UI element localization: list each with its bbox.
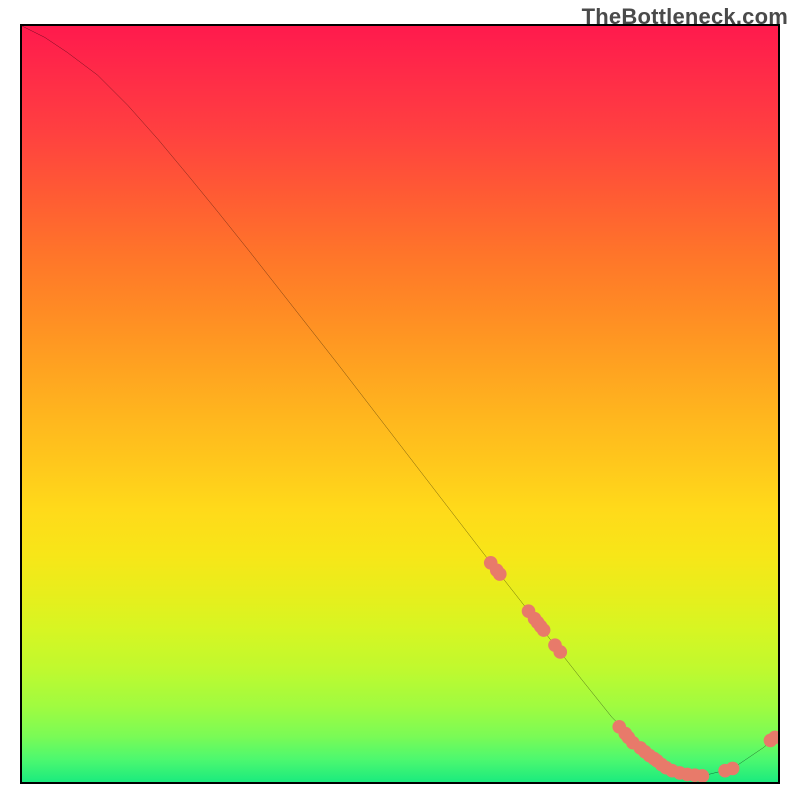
data-point: [553, 645, 567, 659]
bottleneck-curve: [22, 26, 778, 776]
watermark-text: TheBottleneck.com: [582, 4, 788, 30]
data-point: [493, 567, 507, 581]
curve-overlay: [22, 26, 778, 782]
plot-frame: [20, 24, 780, 784]
chart-root: TheBottleneck.com: [0, 0, 800, 800]
data-point: [726, 762, 740, 776]
data-point: [537, 623, 551, 637]
